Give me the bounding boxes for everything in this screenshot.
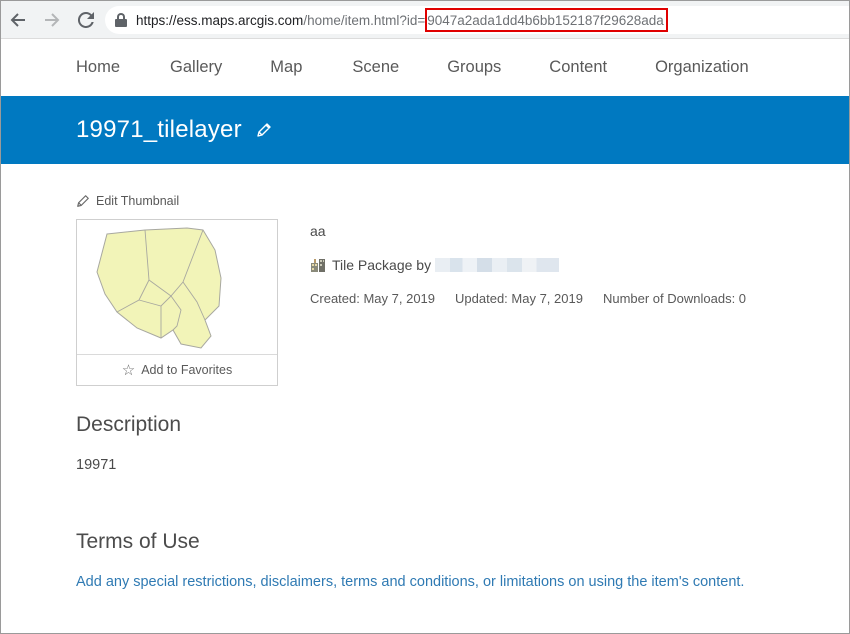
- star-icon: ☆: [121, 362, 136, 379]
- description-body: 19971: [76, 457, 117, 473]
- created-date: Created: May 7, 2019: [310, 291, 436, 306]
- pencil-icon: [77, 195, 89, 207]
- owner-name-redacted[interactable]: [435, 258, 560, 272]
- url-path: /home/item.html?id=: [303, 12, 426, 28]
- edit-thumbnail-link[interactable]: Edit Thumbnail: [76, 194, 179, 208]
- url-host: https://ess.maps.arcgis.com: [136, 12, 304, 28]
- address-bar[interactable]: https://ess.maps.arcgis.com/home/item.ht…: [105, 6, 849, 34]
- terms-heading: Terms of Use: [76, 530, 200, 553]
- nav-content[interactable]: Content: [549, 58, 607, 77]
- add-to-favorites-button[interactable]: ☆ Add to Favorites: [77, 354, 277, 385]
- item-type-line: Tile Package by: [310, 257, 560, 273]
- add-to-favorites-label: Add to Favorites: [141, 363, 233, 377]
- item-title: 19971_tilelayer: [76, 116, 242, 143]
- map-thumbnail-image: [77, 220, 277, 354]
- forward-arrow-icon[interactable]: [39, 7, 65, 33]
- item-title-banner: 19971_tilelayer: [1, 96, 849, 164]
- item-type-label: Tile Package by: [332, 257, 432, 273]
- lock-icon: [115, 13, 127, 27]
- tile-package-icon: [311, 259, 325, 272]
- item-dates: Created: May 7, 2019 Updated: May 7, 201…: [310, 291, 766, 306]
- browser-toolbar: https://ess.maps.arcgis.com/home/item.ht…: [1, 1, 849, 39]
- top-navigation: Home Gallery Map Scene Groups Content Or…: [1, 39, 849, 95]
- edit-thumbnail-label: Edit Thumbnail: [96, 194, 180, 208]
- item-summary: aa: [310, 223, 326, 239]
- nav-gallery[interactable]: Gallery: [170, 58, 222, 77]
- nav-home[interactable]: Home: [76, 58, 120, 77]
- back-arrow-icon[interactable]: [5, 7, 31, 33]
- nav-scene[interactable]: Scene: [352, 58, 399, 77]
- description-heading: Description: [76, 413, 182, 436]
- pencil-icon[interactable]: [256, 122, 272, 138]
- nav-organization[interactable]: Organization: [655, 58, 749, 77]
- updated-date: Updated: May 7, 2019: [455, 291, 583, 306]
- nav-groups[interactable]: Groups: [447, 58, 501, 77]
- download-count: Number of Downloads: 0: [602, 291, 747, 306]
- terms-of-use-link[interactable]: Add any special restrictions, disclaimer…: [76, 574, 744, 590]
- thumbnail-card: ☆ Add to Favorites: [76, 219, 278, 386]
- reload-icon[interactable]: [73, 7, 99, 33]
- nav-map[interactable]: Map: [270, 58, 302, 77]
- url-item-id-highlight: 9047a2ada1dd4b6bb152187f29628ada: [425, 8, 668, 32]
